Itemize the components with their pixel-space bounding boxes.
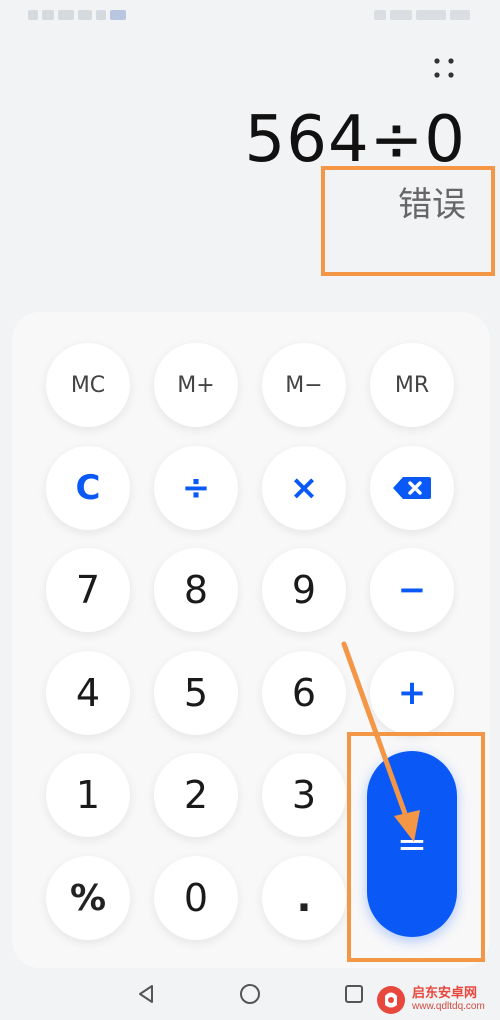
minus-button[interactable]: − xyxy=(370,548,454,632)
percent-button[interactable]: % xyxy=(46,856,130,940)
watermark-title: 启东安卓网 xyxy=(412,985,478,1000)
annotation-highlight-result xyxy=(321,166,495,276)
watermark-url: www.qdltdq.com xyxy=(412,1001,485,1012)
memory-subtract-button[interactable]: M− xyxy=(262,343,346,427)
recents-icon[interactable] xyxy=(342,982,366,1006)
memory-add-button[interactable]: M+ xyxy=(154,343,238,427)
watermark-logo-icon xyxy=(377,986,405,1014)
home-icon[interactable] xyxy=(238,982,262,1006)
digit-9-button[interactable]: 9 xyxy=(262,548,346,632)
digit-5-button[interactable]: 5 xyxy=(154,651,238,735)
backspace-button[interactable] xyxy=(370,446,454,530)
memory-clear-button[interactable]: MC xyxy=(46,343,130,427)
status-bar-left xyxy=(28,8,144,22)
multiply-button[interactable]: × xyxy=(262,446,346,530)
status-bar-right xyxy=(360,8,470,22)
watermark: 启东安卓网 www.qdltdq.com xyxy=(376,982,496,1018)
divide-button[interactable]: ÷ xyxy=(154,446,238,530)
digit-7-button[interactable]: 7 xyxy=(46,548,130,632)
memory-recall-button[interactable]: MR xyxy=(370,343,454,427)
clear-button[interactable]: C xyxy=(46,446,130,530)
digit-2-button[interactable]: 2 xyxy=(154,753,238,837)
digit-8-button[interactable]: 8 xyxy=(154,548,238,632)
digit-0-button[interactable]: 0 xyxy=(154,856,238,940)
annotation-arrow xyxy=(341,641,420,842)
more-options-icon[interactable] xyxy=(430,54,458,82)
digit-4-button[interactable]: 4 xyxy=(46,651,130,735)
backspace-icon xyxy=(393,477,431,499)
back-icon[interactable] xyxy=(134,982,158,1006)
digit-1-button[interactable]: 1 xyxy=(46,753,130,837)
